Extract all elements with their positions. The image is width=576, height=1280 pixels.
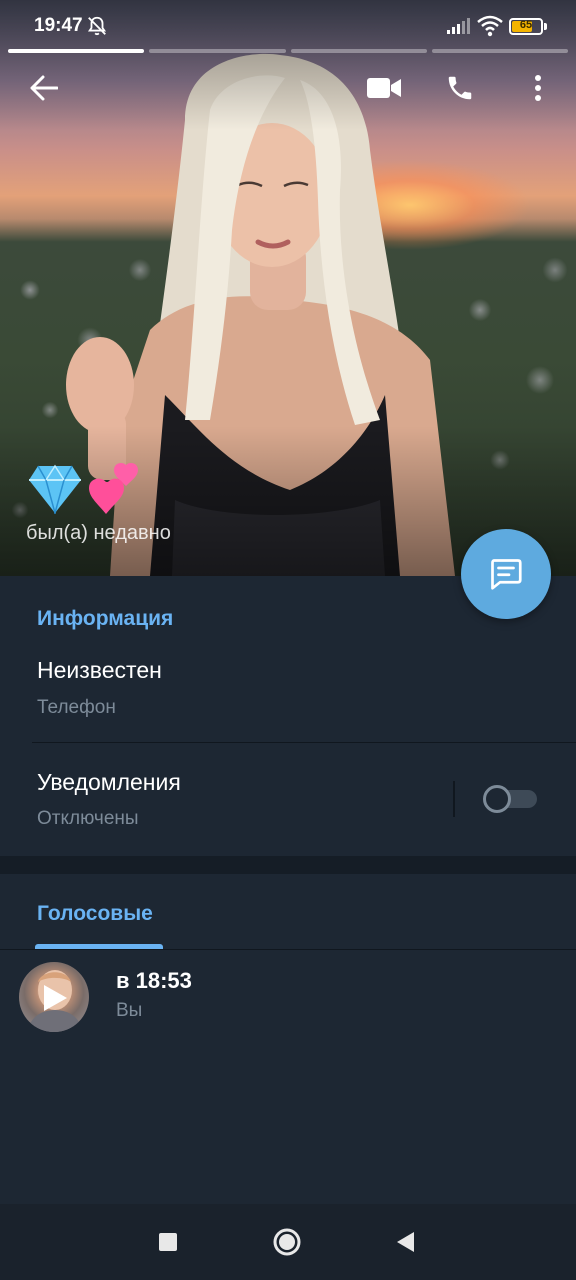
voice-message-time: в 18:53 xyxy=(116,968,192,993)
two-hearts-emoji xyxy=(89,462,138,514)
divider xyxy=(32,742,576,743)
voice-message-item[interactable]: в 18:53 Вы xyxy=(0,952,576,1038)
diamond-emoji xyxy=(29,464,81,514)
notifications-state: Отключены xyxy=(37,808,139,829)
home-circle-icon xyxy=(273,1228,301,1256)
toggle-knob xyxy=(483,785,511,813)
notifications-toggle[interactable] xyxy=(483,785,539,813)
video-call-icon xyxy=(367,78,401,98)
profile-name xyxy=(28,461,144,517)
more-button[interactable] xyxy=(514,64,562,112)
triangle-back-icon xyxy=(397,1232,414,1252)
status-bar: 19:47 65 xyxy=(0,0,576,48)
notifications-label: Уведомления xyxy=(37,769,181,795)
home-button[interactable] xyxy=(265,1220,309,1264)
battery-level: 65 xyxy=(519,19,533,31)
signal-icon xyxy=(447,18,470,34)
video-call-button[interactable] xyxy=(360,64,408,112)
story-progress xyxy=(8,49,568,53)
more-vert-icon xyxy=(535,75,541,101)
section-gap xyxy=(0,856,576,874)
recent-apps-button[interactable] xyxy=(146,1220,190,1264)
call-button[interactable] xyxy=(436,64,484,112)
voice-message-author: Вы xyxy=(116,1000,143,1021)
last-seen-status: был(а) недавно xyxy=(26,522,171,544)
tab-divider xyxy=(0,949,576,950)
story-progress-segment xyxy=(290,49,427,53)
story-progress-segment xyxy=(149,49,286,53)
send-message-button[interactable] xyxy=(461,529,551,619)
battery-tip xyxy=(544,23,547,30)
battery-icon: 65 xyxy=(509,18,543,35)
phone-label: Телефон xyxy=(37,697,116,718)
mute-bell-icon xyxy=(87,16,107,36)
tab-voice[interactable]: Голосовые xyxy=(37,902,153,926)
phone-value: Неизвестен xyxy=(37,657,162,683)
story-progress-segment xyxy=(431,49,568,53)
wifi-icon xyxy=(477,15,503,37)
phone-icon xyxy=(448,76,472,100)
square-icon xyxy=(159,1233,177,1251)
toggle-separator xyxy=(453,781,455,817)
info-section-header: Информация xyxy=(37,607,174,630)
status-time: 19:47 xyxy=(34,15,83,36)
back-arrow-icon xyxy=(30,75,58,101)
play-icon[interactable] xyxy=(38,982,70,1014)
back-button[interactable] xyxy=(20,64,68,112)
nav-back-button[interactable] xyxy=(383,1220,427,1264)
message-icon xyxy=(491,559,522,590)
story-progress-segment xyxy=(8,49,145,53)
system-nav-bar xyxy=(0,1204,576,1280)
